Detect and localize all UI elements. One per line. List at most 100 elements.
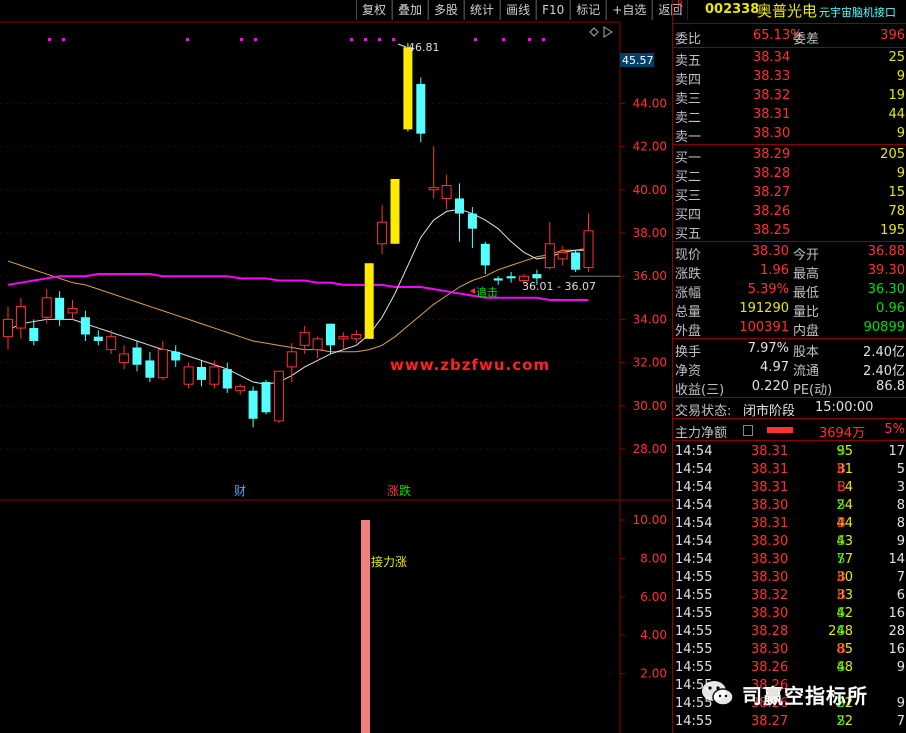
stock-source: 元宇宙脑机接口	[819, 6, 896, 19]
signal-dot	[186, 38, 189, 41]
tick-count: 16	[888, 606, 905, 621]
candle-body	[326, 323, 335, 346]
tick-price: 38.30	[751, 534, 789, 549]
stat-label-2: 量比	[793, 305, 820, 320]
weibi-row: 委比 65.13% 委差 396	[673, 27, 906, 47]
panel-divider	[673, 418, 906, 419]
stat-label-2: 内盘	[793, 324, 820, 339]
ma-orange	[7, 247, 589, 353]
stat2-value: 4.97	[760, 360, 789, 375]
wechat-icon	[702, 681, 734, 706]
bid-price: 38.29	[753, 147, 791, 162]
ask-label: 卖三	[675, 92, 702, 107]
tick-count: 17	[888, 444, 905, 459]
candle-body	[299, 331, 310, 346]
sub-y-tick-label: 4.00	[640, 628, 667, 642]
tick-row: 14:54 38.31 31 B 5	[673, 461, 906, 480]
candle-body	[338, 336, 349, 340]
bid-volume: 205	[880, 147, 905, 162]
main-flow-row: 主力净额 3694万 5%	[673, 421, 906, 441]
wechat-badge: 司赢空指标所	[700, 676, 906, 712]
panel-divider	[673, 47, 906, 48]
tick-row: 14:54 38.31 44 B 8	[673, 515, 906, 534]
stat2-label: 净资	[675, 364, 702, 379]
play-icon[interactable]	[603, 26, 613, 38]
signal-dot	[474, 38, 477, 41]
y-tick-label: 40.00	[633, 183, 667, 197]
ask-row: 卖四 38.33 9	[673, 68, 906, 88]
stock-code: 002338	[705, 2, 760, 17]
stat2-label-2: 流通	[793, 364, 820, 379]
candle-body	[312, 338, 323, 351]
candle-body	[273, 370, 284, 422]
tick-direction: B	[837, 516, 846, 531]
stat-label: 外盘	[675, 324, 702, 339]
quote-panel: R 002338 奥普光电 元宇宙脑机接口 委比 65.13% 委差 396 卖五 38.34 25…	[672, 0, 906, 733]
ask-volume: 25	[888, 50, 905, 65]
tick-price: 38.30	[751, 498, 789, 513]
tick-time: 14:55	[675, 570, 713, 585]
stat-row: 现价 38.30 今开 36.88	[673, 243, 906, 263]
bid-row: 买三 38.27 15	[673, 184, 906, 204]
bid-row: 买四 38.26 78	[673, 203, 906, 223]
tick-row: 14:54 38.31 4 B 3	[673, 479, 906, 498]
candle-body	[119, 353, 130, 364]
panel-divider	[673, 338, 906, 339]
cai-marker: 财	[234, 484, 246, 498]
tick-time: 14:54	[675, 534, 713, 549]
tick-direction: B	[837, 642, 846, 657]
candle-body	[209, 366, 220, 385]
candle-body	[532, 274, 542, 279]
candle-body	[183, 366, 194, 385]
candle-body	[132, 347, 142, 365]
candle-body	[351, 334, 362, 340]
candle-body	[157, 349, 168, 379]
list-icon[interactable]	[743, 425, 753, 436]
bid-row: 买二 38.28 9	[673, 165, 906, 185]
y-tick-label: 38.00	[633, 226, 667, 240]
tick-direction: S	[837, 534, 846, 549]
tick-direction: S	[837, 498, 846, 513]
panel-divider	[673, 241, 906, 242]
ask-volume: 44	[888, 107, 905, 122]
candle-body	[67, 308, 78, 314]
y-tick-label: 34.00	[633, 312, 667, 326]
tick-direction: B	[837, 480, 846, 495]
tick-direction: S	[837, 624, 846, 639]
tick-price: 38.31	[751, 480, 789, 495]
stat2-value: 7.97%	[747, 341, 789, 356]
trade-status-label: 交易状态:	[675, 404, 732, 419]
stat-label-2: 最高	[793, 267, 820, 282]
stat2-label: 换手	[675, 345, 702, 360]
tick-price: 38.30	[751, 552, 789, 567]
y-tick-label: 28.00	[633, 442, 667, 456]
candle-body	[171, 351, 181, 361]
stat-row: 外盘 100391 内盘 90899	[673, 319, 906, 339]
candle-body	[506, 276, 516, 279]
tick-row: 14:55 38.28 248 S 28	[673, 623, 906, 642]
main-flow-bar	[767, 427, 793, 433]
kline-chart[interactable]: 28.00 30.00 32.00 34.00 36.00 38.00 40.00 42.00…	[0, 0, 672, 733]
main-flow-amount: 3694万	[819, 426, 866, 441]
tick-price: 38.31	[751, 516, 789, 531]
diamond-icon[interactable]	[589, 27, 599, 37]
candle-body	[145, 360, 155, 378]
y-tick-label: 44.00	[633, 96, 667, 110]
tick-direction: S	[837, 660, 846, 675]
bid-row: 买一 38.29 205	[673, 146, 906, 166]
tick-row: 14:54 38.30 24 S 8	[673, 497, 906, 516]
signal-dot	[528, 38, 531, 41]
tick-direction: S	[837, 606, 846, 621]
ma-magenta	[7, 273, 589, 301]
bid-volume: 9	[896, 166, 905, 181]
stat2-value-2: 2.40亿	[863, 364, 905, 379]
stat-row: 总量 191290 量比 0.96	[673, 300, 906, 320]
bid-label: 买三	[675, 189, 702, 204]
watermark: www.zbzfwu.com	[390, 356, 551, 374]
bid-price: 38.27	[753, 185, 791, 200]
tick-count: 14	[888, 552, 905, 567]
stat2-row: 收益(三) 0.220 PE(动) 86.8	[673, 378, 906, 398]
ask-price: 38.31	[753, 107, 791, 122]
ask-volume: 9	[896, 69, 905, 84]
ask-label: 卖一	[675, 130, 702, 145]
